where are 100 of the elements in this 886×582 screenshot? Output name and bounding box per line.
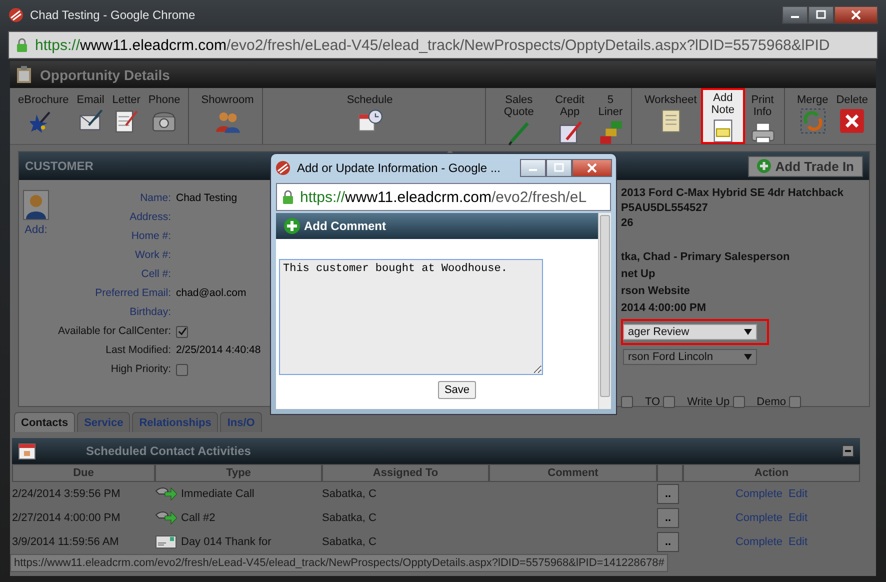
toolbar-button[interactable]: Merge — [793, 88, 832, 144]
checkbox[interactable] — [732, 396, 745, 408]
table-cell: 3/9/2014 11:59:56 AM — [12, 536, 119, 548]
close-button[interactable] — [572, 159, 612, 177]
checkbox[interactable] — [621, 396, 633, 408]
checkbox-label: TO — [645, 396, 660, 408]
more-button[interactable]: .. — [657, 532, 679, 552]
toolbar-button[interactable]: Credit App — [546, 88, 594, 144]
action-link[interactable]: Complete — [735, 488, 783, 500]
action-link[interactable]: Edit — [788, 488, 808, 500]
toolbar-button[interactable]: Delete — [832, 88, 872, 144]
toolbar-button[interactable]: Worksheet — [640, 88, 701, 144]
clipboard-icon — [16, 66, 32, 84]
dropdown-arrow-icon — [744, 329, 752, 335]
toolbar-button[interactable]: Letter — [108, 88, 144, 144]
minus-icon — [844, 447, 852, 455]
delete-icon — [839, 108, 866, 134]
checkbox[interactable] — [789, 396, 802, 408]
save-button[interactable]: Save — [438, 381, 476, 399]
checkmark-icon — [178, 327, 186, 336]
table-cell: 2/27/2014 4:00:00 PM — [12, 512, 120, 524]
maximize-button[interactable] — [546, 159, 572, 177]
field-value: Chad Testing — [176, 191, 238, 206]
avatar-icon — [23, 190, 49, 220]
calendar-clock-icon — [356, 108, 383, 134]
maximize-icon — [816, 10, 826, 20]
table-cell: Sabatka, C — [322, 536, 376, 548]
dropdown-field[interactable]: rson Ford Lincoln — [623, 349, 757, 365]
field-label: Work #: — [134, 248, 171, 263]
column-header: Due — [12, 464, 155, 482]
close-button[interactable] — [834, 6, 878, 24]
field-label: Available for CallCenter: — [56, 324, 171, 339]
tab[interactable]: Contacts — [14, 412, 76, 432]
circular-arrows-icon — [800, 108, 826, 134]
checkbox[interactable] — [663, 396, 676, 408]
tab[interactable]: Ins/O — [220, 412, 262, 432]
dropdown-field[interactable]: ager Review — [623, 324, 757, 340]
action-link[interactable]: Edit — [788, 512, 808, 524]
detail-text: net Up — [621, 267, 656, 282]
action-link[interactable]: Edit — [788, 536, 808, 548]
field-label: Cell #: — [140, 267, 171, 282]
phone-arrow-icon — [155, 487, 177, 501]
more-button[interactable]: .. — [657, 484, 679, 504]
dropdown-arrow-icon — [744, 354, 752, 360]
column-header: Type — [155, 464, 322, 482]
comment-field[interactable]: This customer bought at Woodhouse. — [279, 259, 543, 375]
collapse-button[interactable] — [842, 445, 854, 457]
app-icon — [8, 7, 24, 23]
maximize-button[interactable] — [808, 6, 834, 24]
field-label: Name: — [139, 191, 171, 206]
scrollbar[interactable] — [598, 213, 611, 409]
phone-arrow-icon — [155, 511, 177, 525]
toolbar-button[interactable]: 5 Liner — [593, 88, 628, 144]
url-text: https://www11.eleadcrm.com/evo2/fresh/eLead-V45/elead_track/NewProspects/OpptyDetails.aspx?lDID=5575968&lPID — [35, 36, 830, 54]
add-trade-in-button[interactable]: Add Trade In — [748, 156, 863, 176]
tab[interactable]: Relationships — [132, 412, 218, 432]
toolbar-button[interactable]: Add Note — [700, 88, 745, 144]
toolbar-button[interactable]: Showroom — [197, 88, 258, 144]
plus-icon — [757, 159, 772, 173]
address-bar[interactable]: https://www11.eleadcrm.com/evo2/fresh/eLead-V45/elead_track/NewProspects/OpptyDetails.aspx?lDID=5575968&lPID — [8, 31, 878, 59]
action-link[interactable]: Complete — [735, 536, 783, 548]
toolbar-button[interactable]: Print Info — [745, 88, 780, 144]
more-button[interactable]: .. — [657, 508, 679, 528]
table-cell: Sabatka, C — [322, 488, 376, 500]
action-link[interactable]: Complete — [735, 512, 783, 524]
toolbar-button[interactable]: Schedule — [342, 88, 397, 144]
detail-text: rson Website — [621, 284, 691, 299]
address-bar[interactable]: https://www11.eleadcrm.com/evo2/fresh/eL — [276, 183, 611, 211]
lock-icon — [281, 189, 295, 205]
column-header: Assigned To — [322, 464, 489, 482]
field-value: chad@aol.com — [176, 286, 246, 301]
toolbar-button[interactable]: eBrochure — [14, 88, 73, 144]
section-title: Scheduled Contact Activities — [86, 444, 252, 458]
minimize-button[interactable] — [782, 6, 808, 24]
letter-icon — [155, 535, 177, 549]
pen-icon — [506, 120, 532, 146]
table-cell: Immediate Call — [181, 488, 254, 500]
section-title: Add Comment — [304, 219, 386, 233]
toolbar-button[interactable]: Sales Quote — [492, 88, 546, 144]
page-title: Opportunity Details — [40, 66, 170, 82]
checkbox-label: Demo — [756, 396, 786, 408]
add-photo-link[interactable]: Add: — [24, 224, 48, 236]
app-icon — [275, 160, 291, 176]
checkbox[interactable] — [176, 326, 188, 338]
notepad-pen-icon — [113, 108, 140, 134]
checkbox-label: Write Up — [687, 396, 730, 408]
checkbox[interactable] — [176, 364, 188, 376]
field-label: High Priority: — [110, 362, 171, 377]
url-text: https://www11.eleadcrm.com/evo2/fresh/eL — [300, 188, 587, 206]
minimize-button[interactable] — [520, 159, 546, 177]
table-cell: Call #2 — [181, 512, 216, 524]
tab[interactable]: Service — [77, 412, 130, 432]
column-header: Action — [683, 464, 860, 482]
lock-icon — [15, 37, 29, 53]
toolbar-button[interactable]: Email — [72, 88, 108, 144]
field-label: Preferred Email: — [94, 286, 171, 301]
close-icon — [587, 163, 597, 173]
table-cell: Day 014 Thank for — [181, 536, 272, 548]
detail-text: P5AU5DL554527 — [621, 201, 709, 216]
toolbar-button[interactable]: Phone — [144, 88, 184, 144]
